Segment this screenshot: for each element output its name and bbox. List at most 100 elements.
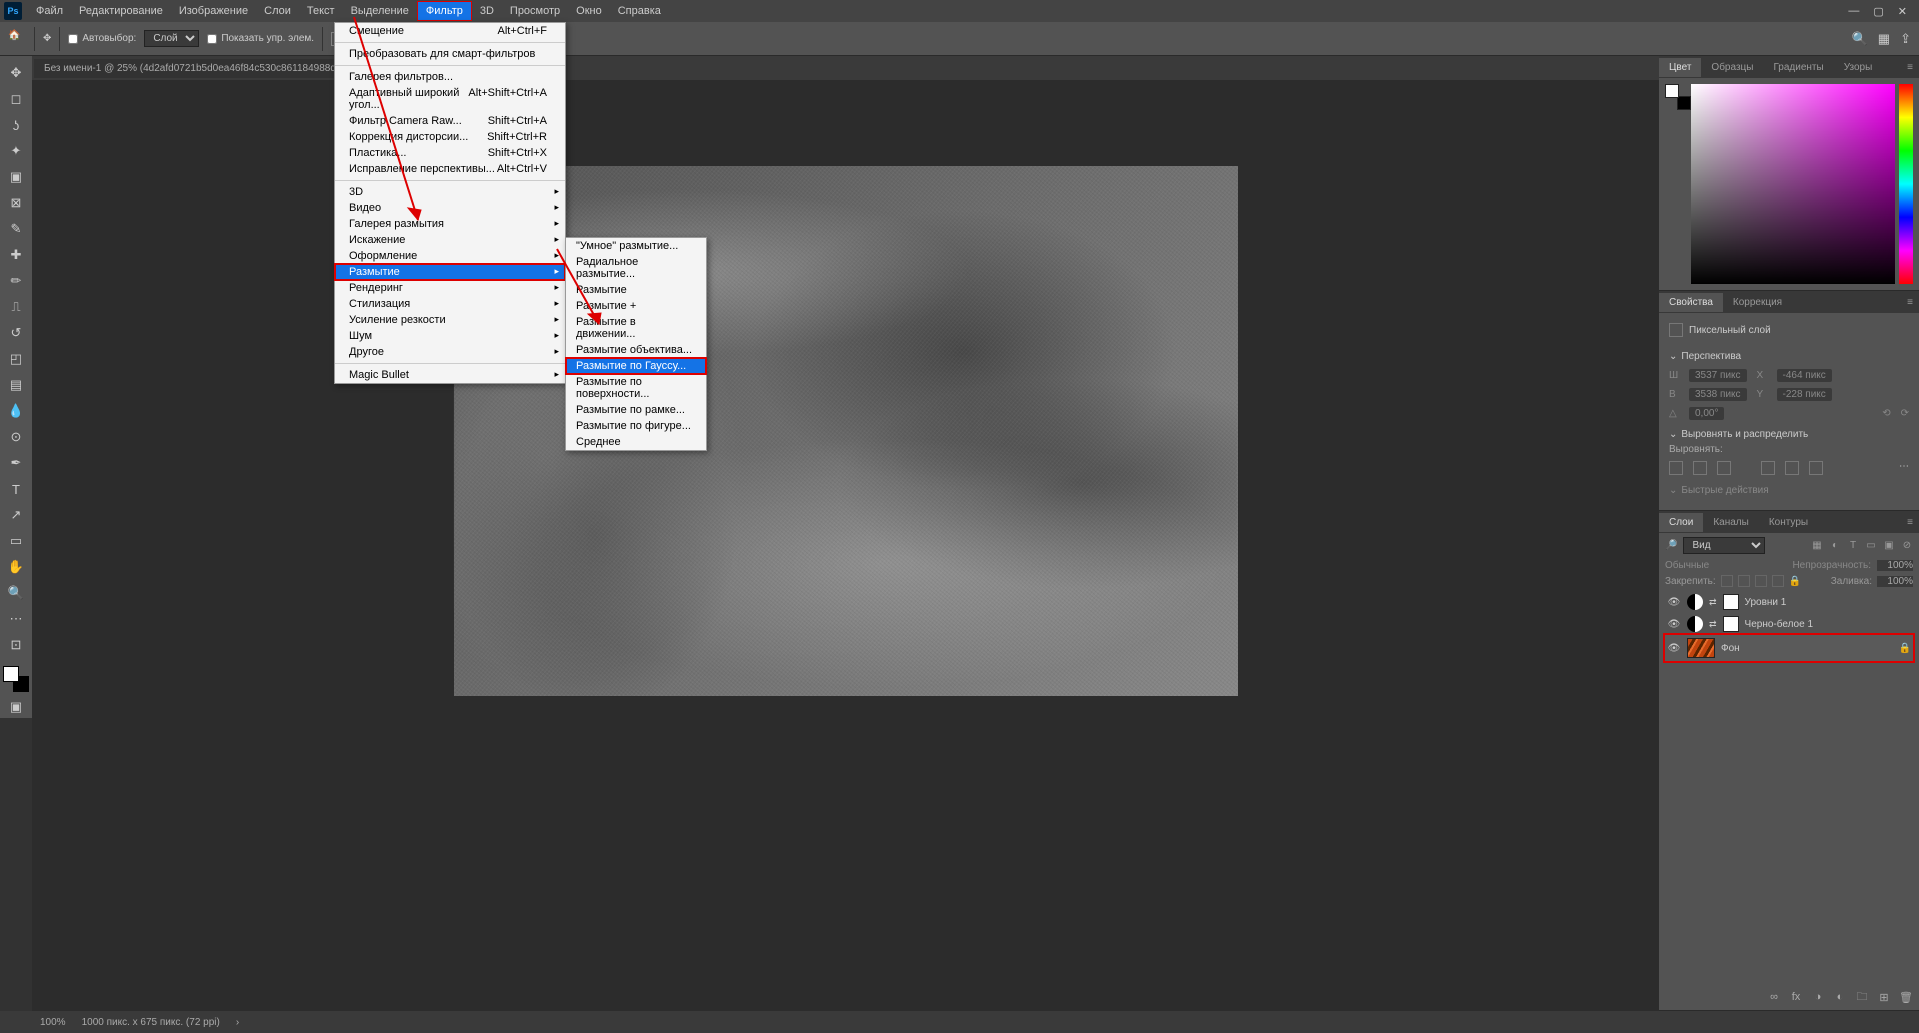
menu-item[interactable]: Галерея размытия (335, 216, 565, 232)
brush-tool-icon[interactable]: ✏ (4, 270, 28, 292)
flip-h-icon[interactable]: ⟲ (1882, 408, 1890, 419)
marquee-tool-icon[interactable]: ◻ (4, 88, 28, 110)
tab-color[interactable]: Цвет (1659, 58, 1701, 77)
link-layers-icon[interactable]: ∞ (1767, 990, 1781, 1004)
opacity-input[interactable] (1877, 560, 1913, 571)
move-tool-icon[interactable]: ✥ (4, 62, 28, 84)
fill-input[interactable] (1877, 576, 1913, 587)
lock-artboard-icon[interactable] (1755, 575, 1767, 587)
layer-name[interactable]: Фон (1721, 643, 1893, 654)
submenu-item[interactable]: Размытие по фигуре... (566, 418, 706, 434)
layer-filter-dropdown[interactable]: Вид (1683, 537, 1765, 554)
more-icon[interactable]: ⋯ (1899, 461, 1909, 475)
edit-toolbar-icon[interactable]: ⊡ (4, 634, 28, 656)
menu-view[interactable]: Просмотр (502, 2, 568, 20)
menu-item[interactable]: Галерея фильтров... (335, 69, 565, 85)
stamp-tool-icon[interactable]: ⎍ (4, 296, 28, 318)
menu-item[interactable]: Другое (335, 344, 565, 360)
fg-bg-swatches[interactable] (1665, 84, 1687, 284)
menu-item[interactable]: Видео (335, 200, 565, 216)
menu-item[interactable]: Коррекция дисторсии...Shift+Ctrl+R (335, 129, 565, 145)
y-value[interactable]: -228 пикс (1777, 388, 1832, 401)
menu-item[interactable]: СмещениеAlt+Ctrl+F (335, 23, 565, 39)
menu-item[interactable]: Адаптивный широкий угол...Alt+Shift+Ctrl… (335, 85, 565, 113)
menu-item[interactable]: Оформление (335, 248, 565, 264)
move-tool-icon[interactable]: ✥ (43, 33, 51, 44)
hand-tool-icon[interactable]: ✋ (4, 556, 28, 578)
layer-row[interactable]: 👁 ⇄ Уровни 1 (1665, 591, 1913, 613)
menu-item[interactable]: Преобразовать для смарт-фильтров (335, 46, 565, 62)
menu-item[interactable]: 3D (335, 184, 565, 200)
x-value[interactable]: -464 пикс (1777, 369, 1832, 382)
layer-name[interactable]: Черно-белое 1 (1745, 619, 1911, 630)
menu-layers[interactable]: Слои (256, 2, 299, 20)
menu-item[interactable]: Стилизация (335, 296, 565, 312)
visibility-icon[interactable]: 👁 (1667, 643, 1681, 654)
hue-slider[interactable] (1899, 84, 1913, 284)
section-quick-actions[interactable]: Быстрые действия (1669, 479, 1909, 500)
crop-tool-icon[interactable]: ▣ (4, 166, 28, 188)
align-top-icon[interactable] (1761, 461, 1775, 475)
mask-icon[interactable]: ◑ (1811, 990, 1825, 1004)
minimize-icon[interactable]: — (1848, 5, 1859, 18)
align-left-icon[interactable] (1669, 461, 1683, 475)
section-align[interactable]: Выровнять и распределить (1669, 423, 1909, 444)
visibility-icon[interactable]: 👁 (1667, 619, 1681, 630)
more-tools-icon[interactable]: ⋯ (4, 608, 28, 630)
lock-pixels-icon[interactable] (1721, 575, 1733, 587)
zoom-tool-icon[interactable]: 🔍 (4, 582, 28, 604)
tab-adjustments[interactable]: Коррекция (1723, 293, 1792, 312)
section-perspective[interactable]: Перспектива (1669, 345, 1909, 366)
visibility-icon[interactable]: 👁 (1667, 597, 1681, 608)
submenu-item[interactable]: Среднее (566, 434, 706, 450)
mask-thumb[interactable] (1723, 616, 1739, 632)
submenu-item[interactable]: Размытие по поверхности... (566, 374, 706, 402)
menu-item[interactable]: Размытие (335, 264, 565, 280)
search-icon[interactable]: 🔎 (1665, 540, 1677, 551)
pen-tool-icon[interactable]: ✒ (4, 452, 28, 474)
height-value[interactable]: 3538 пикс (1689, 388, 1747, 401)
filter-toggle-icon[interactable]: ⊘ (1901, 540, 1913, 552)
menu-item[interactable]: Шум (335, 328, 565, 344)
panel-menu-icon[interactable]: ≡ (1897, 293, 1919, 312)
menu-3d[interactable]: 3D (472, 2, 502, 20)
menu-help[interactable]: Справка (610, 2, 669, 20)
blur-tool-icon[interactable]: 💧 (4, 400, 28, 422)
filter-smart-icon[interactable]: ▣ (1883, 540, 1895, 552)
panel-menu-icon[interactable]: ≡ (1897, 513, 1919, 532)
mask-thumb[interactable] (1723, 594, 1739, 610)
tab-patterns[interactable]: Узоры (1834, 58, 1883, 77)
delete-icon[interactable]: 🗑 (1899, 990, 1913, 1004)
color-picker[interactable] (1691, 84, 1895, 284)
menu-item[interactable]: Magic Bullet (335, 367, 565, 383)
tab-layers[interactable]: Слои (1659, 513, 1703, 532)
submenu-item[interactable]: "Умное" размытие... (566, 238, 706, 254)
tab-gradients[interactable]: Градиенты (1763, 58, 1833, 77)
menu-window[interactable]: Окно (568, 2, 610, 20)
filter-image-icon[interactable]: ▦ (1811, 540, 1823, 552)
lasso-tool-icon[interactable]: ʖ (4, 114, 28, 136)
dodge-tool-icon[interactable]: ⊙ (4, 426, 28, 448)
heal-tool-icon[interactable]: ✚ (4, 244, 28, 266)
tab-properties[interactable]: Свойства (1659, 293, 1723, 312)
align-right-icon[interactable] (1717, 461, 1731, 475)
submenu-item[interactable]: Размытие (566, 282, 706, 298)
home-icon[interactable]: 🏠 (8, 30, 26, 48)
flip-v-icon[interactable]: ⟳ (1901, 408, 1909, 419)
gradient-tool-icon[interactable]: ▤ (4, 374, 28, 396)
auto-select-dropdown[interactable]: Слой (144, 30, 199, 47)
menu-item[interactable]: Рендеринг (335, 280, 565, 296)
doc-info[interactable]: 1000 пикс. x 675 пикс. (72 ppi) (82, 1017, 220, 1028)
path-tool-icon[interactable]: ↗ (4, 504, 28, 526)
group-icon[interactable]: 🗀 (1855, 990, 1869, 1004)
width-value[interactable]: 3537 пикс (1689, 369, 1747, 382)
show-controls-checkbox[interactable]: Показать упр. элем. (207, 33, 314, 44)
tab-paths[interactable]: Контуры (1759, 513, 1818, 532)
wand-tool-icon[interactable]: ✦ (4, 140, 28, 162)
maximize-icon[interactable]: ▢ (1873, 5, 1883, 18)
align-bottom-icon[interactable] (1809, 461, 1823, 475)
history-brush-icon[interactable]: ↺ (4, 322, 28, 344)
submenu-item[interactable]: Размытие по Гауссу... (566, 358, 706, 374)
submenu-item[interactable]: Размытие в движении... (566, 314, 706, 342)
menu-item[interactable]: Пластика...Shift+Ctrl+X (335, 145, 565, 161)
